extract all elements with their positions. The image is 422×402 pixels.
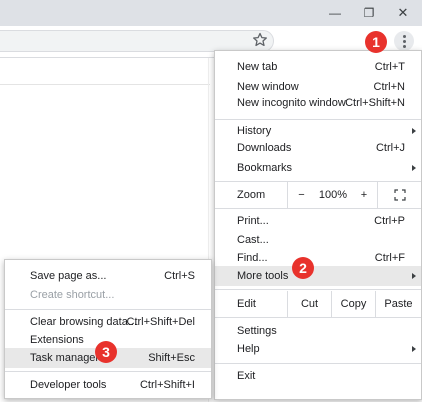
menu-label: Find... — [237, 252, 268, 264]
edit-label: Edit — [237, 298, 256, 310]
menu-shortcut: Ctrl+Shift+I — [139, 379, 195, 391]
menu-item-help[interactable]: Help — [215, 339, 421, 359]
restore-button[interactable]: ❐ — [352, 0, 386, 26]
title-bar: — ❐ ✕ — [0, 0, 422, 26]
menu-label: More tools — [237, 270, 289, 282]
menu-row-edit: Edit Cut Copy Paste — [215, 291, 421, 317]
menu-item-new-tab[interactable]: New tab Ctrl+T — [215, 57, 421, 77]
kebab-dot-icon — [402, 44, 406, 48]
paste-button[interactable]: Paste — [375, 291, 421, 317]
zoom-minus-icon: − — [298, 189, 305, 201]
menu-item-exit[interactable]: Exit — [215, 366, 421, 386]
minimize-button[interactable]: — — [318, 0, 352, 26]
menu-item-downloads[interactable]: Downloads Ctrl+J — [215, 138, 421, 158]
menu-item-settings[interactable]: Settings — [215, 321, 421, 341]
menu-shortcut: Ctrl+T — [374, 61, 405, 73]
step-badge-2: 2 — [292, 257, 314, 279]
cut-label: Cut — [300, 298, 319, 310]
cut-button[interactable]: Cut — [287, 291, 331, 317]
menu-shortcut: Shift+Esc — [148, 352, 195, 364]
menu-shortcut: Ctrl+Shift+N — [345, 97, 405, 109]
menu-item-clear-browsing-data[interactable]: Clear browsing data... Ctrl+Shift+Del — [5, 312, 211, 332]
menu-label: Print... — [237, 215, 269, 227]
menu-label: Bookmarks — [237, 162, 293, 174]
menu-row-zoom: Zoom − 100% + — [215, 182, 421, 208]
submenu-arrow-icon — [412, 346, 416, 352]
kebab-dot-icon — [402, 39, 406, 43]
more-tools-submenu: Save page as... Ctrl+S Create shortcut..… — [4, 259, 212, 399]
submenu-arrow-icon — [412, 165, 416, 171]
zoom-plus-icon: + — [360, 189, 368, 201]
menu-separator — [5, 309, 211, 310]
menu-label: Developer tools — [30, 379, 107, 391]
customize-menu-button[interactable] — [394, 31, 414, 51]
menu-label: Help — [237, 343, 260, 355]
address-bar[interactable] — [0, 30, 274, 52]
copy-button[interactable]: Copy — [331, 291, 375, 317]
menu-shortcut: Ctrl+Shift+Del — [126, 316, 195, 328]
menu-label: Task manager — [30, 352, 100, 364]
menu-shortcut: Ctrl+S — [164, 270, 195, 282]
menu-separator — [5, 371, 211, 372]
menu-item-more-tools[interactable]: More tools — [215, 266, 421, 286]
minimize-icon: — — [329, 6, 341, 20]
kebab-dot-icon — [402, 34, 406, 38]
menu-label: Cast... — [237, 234, 269, 246]
menu-label: Downloads — [237, 142, 292, 154]
zoom-value: 100% — [318, 189, 348, 201]
paste-label: Paste — [384, 298, 413, 310]
menu-item-save-page[interactable]: Save page as... Ctrl+S — [5, 266, 211, 286]
menu-separator — [215, 208, 421, 209]
close-icon: ✕ — [397, 5, 409, 20]
menu-item-create-shortcut[interactable]: Create shortcut... — [5, 285, 211, 305]
menu-label: Create shortcut... — [30, 289, 115, 301]
menu-label: New incognito window — [237, 97, 346, 109]
menu-shortcut: Ctrl+J — [375, 142, 405, 154]
fullscreen-button[interactable] — [377, 182, 421, 208]
submenu-arrow-icon — [412, 273, 416, 279]
fullscreen-icon — [393, 189, 406, 201]
menu-separator — [215, 317, 421, 318]
submenu-arrow-icon — [412, 128, 416, 134]
copy-label: Copy — [340, 298, 367, 310]
menu-item-cast[interactable]: Cast... — [215, 230, 421, 250]
zoom-label: Zoom — [237, 189, 266, 201]
zoom-out-button[interactable]: − — [287, 182, 315, 208]
page-divider — [0, 84, 210, 85]
menu-shortcut: Ctrl+F — [374, 252, 405, 264]
chrome-main-menu: New tab Ctrl+T New window Ctrl+N New inc… — [214, 50, 422, 400]
menu-item-developer-tools[interactable]: Developer tools Ctrl+Shift+I — [5, 375, 211, 395]
menu-label: Exit — [237, 370, 256, 382]
menu-separator — [215, 289, 421, 290]
zoom-in-button[interactable]: + — [351, 182, 377, 208]
menu-label: Extensions — [30, 334, 84, 346]
menu-item-print[interactable]: Print... Ctrl+P — [215, 211, 421, 231]
menu-separator — [215, 119, 421, 120]
menu-item-bookmarks[interactable]: Bookmarks — [215, 158, 421, 178]
menu-label: Settings — [237, 325, 277, 337]
menu-shortcut: Ctrl+P — [374, 215, 405, 227]
restore-icon: ❐ — [363, 6, 375, 20]
menu-label: Clear browsing data... — [30, 316, 137, 328]
close-button[interactable]: ✕ — [386, 0, 420, 26]
step-badge-1: 1 — [365, 31, 387, 53]
menu-label: Save page as... — [30, 270, 107, 282]
menu-separator — [215, 363, 421, 364]
step-badge-3: 3 — [95, 341, 117, 363]
bookmark-star-icon[interactable] — [252, 32, 268, 48]
menu-label: New tab — [237, 61, 278, 73]
zoom-level: 100% — [315, 182, 351, 208]
menu-item-find[interactable]: Find... Ctrl+F — [215, 248, 421, 268]
menu-item-new-incognito-window[interactable]: New incognito window Ctrl+Shift+N — [215, 93, 421, 113]
